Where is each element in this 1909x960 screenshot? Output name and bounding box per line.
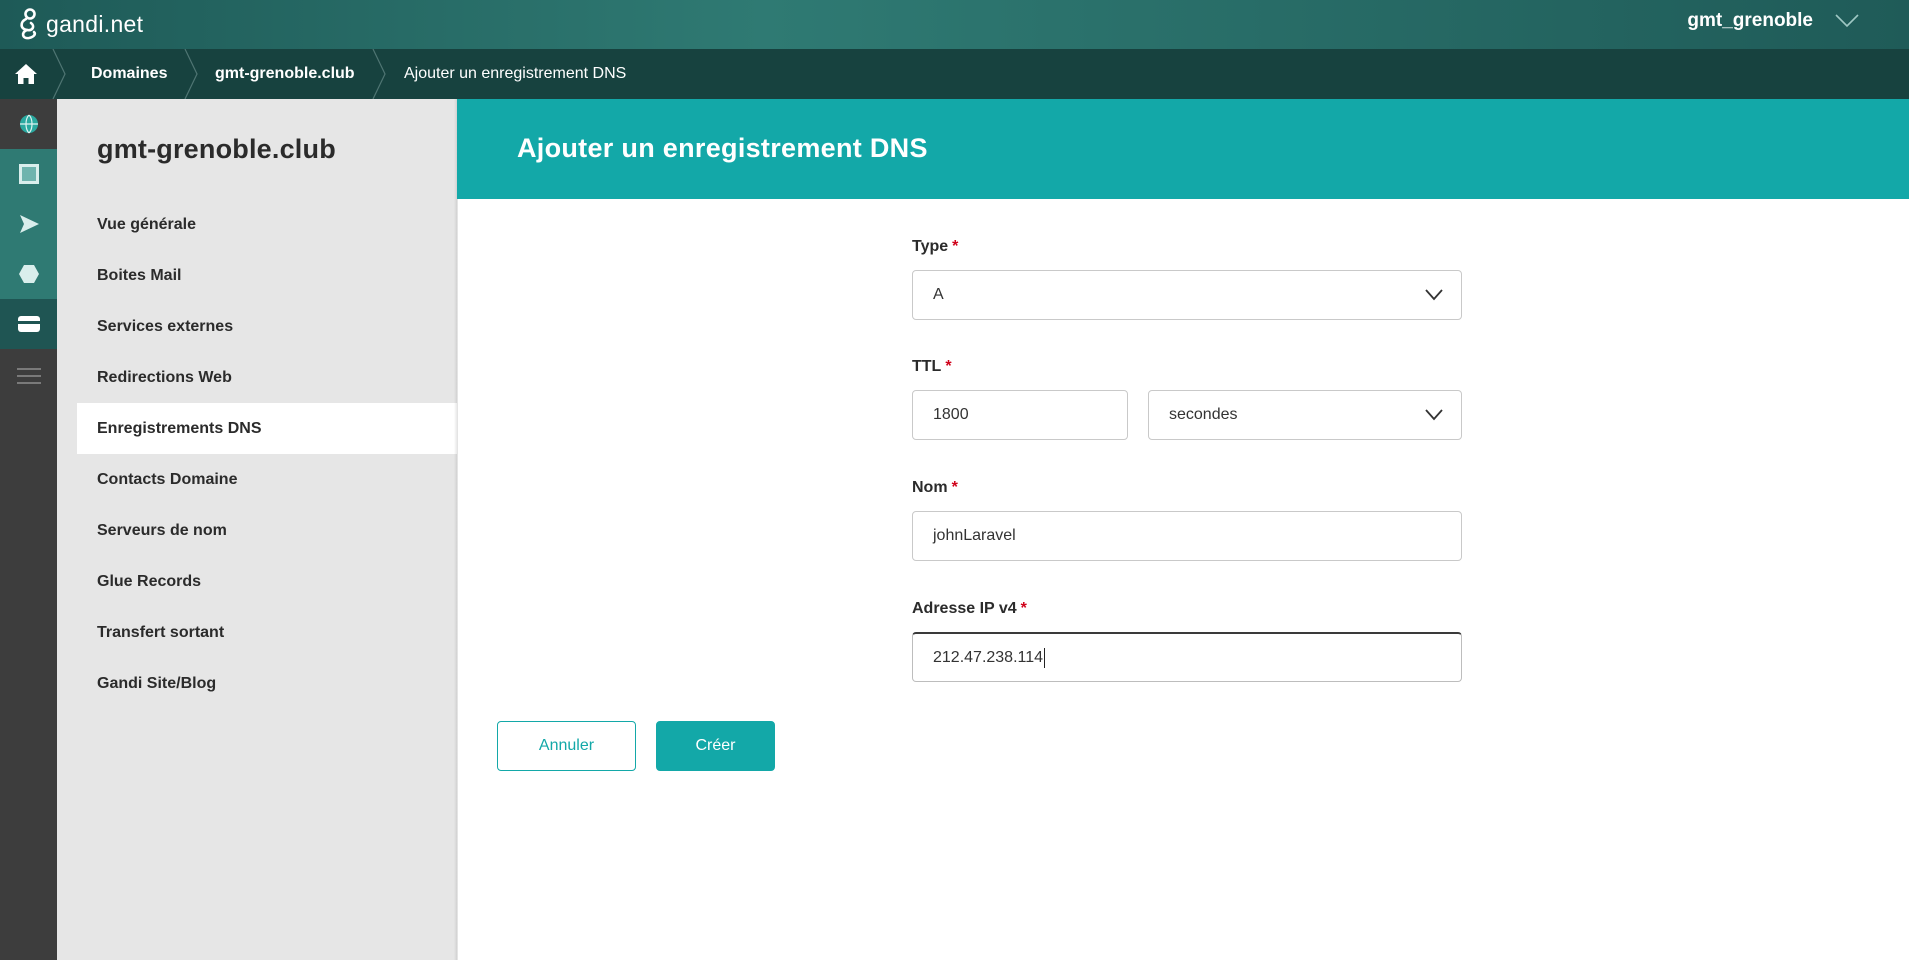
ttl-unit-value: secondes	[1169, 406, 1238, 423]
breadcrumb-domain[interactable]: gmt-grenoble.club	[215, 49, 355, 99]
cube-icon	[18, 265, 39, 283]
ipv4-label-text: Adresse IP v4	[912, 600, 1017, 617]
chevron-down-icon	[1425, 409, 1443, 421]
sidebar-item-transfert-sortant[interactable]: Transfert sortant	[77, 607, 457, 658]
ttl-input[interactable]: 1800	[912, 390, 1128, 440]
server-icon	[18, 164, 39, 184]
type-select[interactable]: A	[912, 270, 1462, 320]
user-menu[interactable]: gmt_grenoble	[1687, 10, 1859, 32]
globe-icon	[19, 114, 38, 134]
ttl-label: TTL *	[912, 358, 952, 376]
product-rail	[0, 99, 57, 960]
rail-billing[interactable]	[0, 299, 57, 349]
menu-icon	[16, 368, 41, 384]
required-mark: *	[951, 479, 958, 496]
send-icon	[19, 215, 39, 233]
text-caret	[1044, 647, 1046, 668]
sidebar-item-boites-mail[interactable]: Boites Mail	[77, 250, 457, 301]
breadcrumb-separator	[52, 49, 66, 99]
ttl-unit-select[interactable]: secondes	[1148, 390, 1462, 440]
type-label: Type *	[912, 238, 958, 256]
rail-cloud[interactable]	[0, 249, 57, 299]
name-label: Nom *	[912, 479, 958, 497]
panel-shadow	[454, 99, 458, 960]
user-name: gmt_grenoble	[1687, 10, 1813, 31]
sidebar-item-gandi-site-blog[interactable]: Gandi Site/Blog	[77, 658, 457, 709]
type-select-value: A	[933, 286, 944, 303]
breadcrumb-separator	[372, 49, 386, 99]
breadcrumb-domaines[interactable]: Domaines	[91, 49, 167, 99]
home-button[interactable]	[0, 49, 52, 99]
rail-hosting[interactable]	[0, 149, 57, 199]
logo-text: gandi.net	[46, 10, 144, 37]
ipv4-label: Adresse IP v4 *	[912, 600, 1027, 618]
rail-send[interactable]	[0, 199, 57, 249]
page-header: Ajouter un enregistrement DNS	[457, 99, 1909, 199]
home-icon	[15, 64, 37, 84]
type-label-text: Type	[912, 238, 949, 255]
ipv4-input[interactable]: 212.47.238.114	[912, 632, 1462, 682]
page-title: Ajouter un enregistrement DNS	[517, 133, 928, 163]
domain-sidebar: gmt-grenoble.club Vue générale Boites Ma…	[57, 99, 457, 960]
domain-title: gmt-grenoble.club	[97, 134, 336, 164]
rail-menu[interactable]	[0, 351, 57, 401]
card-icon	[17, 316, 40, 332]
sidebar-item-contacts-domaine[interactable]: Contacts Domaine	[77, 454, 457, 505]
rail-domains[interactable]	[0, 99, 57, 149]
gandi-logo-icon	[20, 8, 37, 40]
required-mark: *	[945, 358, 952, 375]
breadcrumb: Domaines gmt-grenoble.club Ajouter un en…	[0, 49, 1909, 99]
gandi-logo[interactable]: gandi.net	[18, 8, 143, 40]
required-mark: *	[1020, 600, 1027, 617]
cancel-button[interactable]: Annuler	[497, 721, 636, 771]
sidebar-item-vue-generale[interactable]: Vue générale	[77, 199, 457, 250]
required-mark: *	[952, 238, 959, 255]
name-label-text: Nom	[912, 479, 948, 496]
sidebar-item-enregistrements-dns[interactable]: Enregistrements DNS	[77, 403, 457, 454]
ipv4-input-value: 212.47.238.114	[933, 648, 1044, 666]
sidebar-item-redirections-web[interactable]: Redirections Web	[77, 352, 457, 403]
ttl-label-text: TTL	[912, 358, 942, 375]
breadcrumb-separator	[184, 49, 198, 99]
sidebar-item-serveurs-de-nom[interactable]: Serveurs de nom	[77, 505, 457, 556]
name-input[interactable]: johnLaravel	[912, 511, 1462, 561]
name-input-value: johnLaravel	[933, 527, 1016, 544]
sidebar-item-glue-records[interactable]: Glue Records	[77, 556, 457, 607]
chevron-down-icon	[1425, 289, 1443, 301]
top-header: gandi.net gmt_grenoble	[0, 0, 1909, 49]
ttl-input-value: 1800	[933, 406, 969, 423]
sidebar-item-services-externes[interactable]: Services externes	[77, 301, 457, 352]
breadcrumb-current: Ajouter un enregistrement DNS	[404, 65, 627, 82]
chevron-down-icon	[1835, 14, 1859, 28]
create-button[interactable]: Créer	[656, 721, 775, 771]
